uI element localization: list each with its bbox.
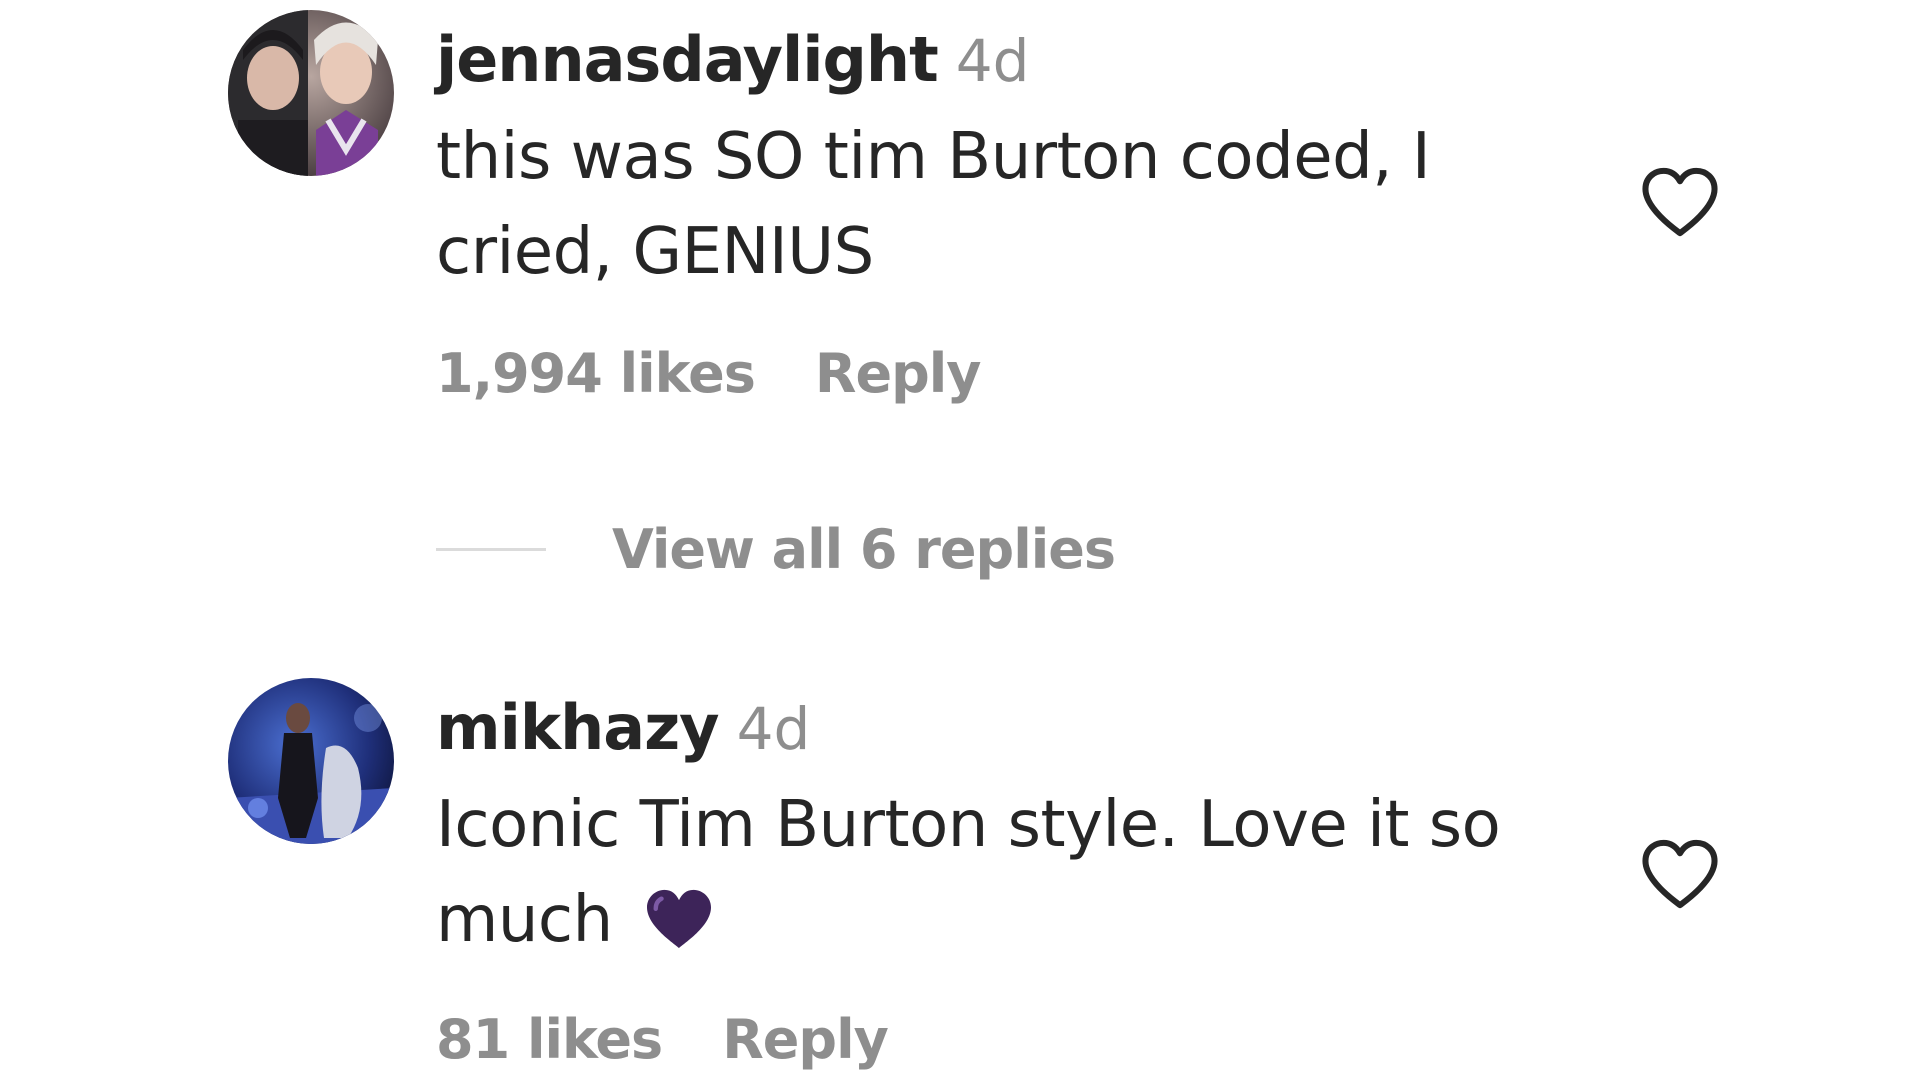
replies-divider [436, 548, 546, 551]
avatar-image [228, 678, 394, 844]
timestamp[interactable]: 4d [956, 27, 1030, 95]
username[interactable]: jennasdaylight [436, 23, 939, 96]
comment-text-container: Iconic Tim Burton style. Love it so much [436, 778, 1506, 968]
heart-outline-icon[interactable] [1638, 164, 1722, 240]
reply-button[interactable]: Reply [815, 342, 982, 405]
comment-actions: 1,994 likes Reply [436, 342, 982, 405]
avatar-image [228, 10, 394, 176]
comment-text: Iconic Tim Burton style. Love it so much [436, 788, 1501, 957]
avatar[interactable] [228, 678, 394, 844]
comment-text: this was SO tim Burton coded, I cried, G… [436, 120, 1431, 289]
timestamp[interactable]: 4d [737, 695, 811, 763]
likes-count[interactable]: 81 likes [436, 1008, 663, 1071]
view-replies-label: View all 6 replies [612, 518, 1116, 581]
purple-heart-icon [643, 883, 715, 949]
heart-outline-icon[interactable] [1638, 836, 1722, 912]
username[interactable]: mikhazy [436, 691, 720, 764]
comment-actions: 81 likes Reply [436, 1008, 889, 1071]
avatar[interactable] [228, 10, 394, 176]
comment-header: mikhazy 4d [436, 690, 810, 782]
reply-button[interactable]: Reply [722, 1008, 889, 1071]
likes-count[interactable]: 1,994 likes [436, 342, 756, 405]
comment-header: jennasdaylight 4d [436, 22, 1029, 114]
